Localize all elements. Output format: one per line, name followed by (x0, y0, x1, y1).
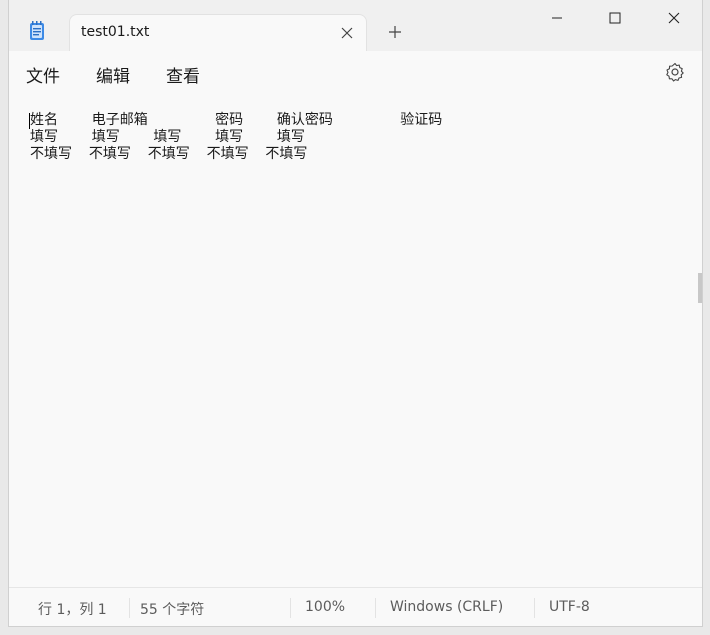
editor-line: 姓名 电子邮箱 密码 确认密码 验证码 (30, 112, 443, 128)
editor-line: 填写 填写 填写 填写 填写 (30, 129, 305, 145)
notepad-icon (29, 20, 45, 42)
scrollbar-thumb[interactable] (698, 273, 702, 303)
divider (534, 598, 535, 618)
zoom-level[interactable]: 100% (305, 599, 345, 615)
plus-icon[interactable] (387, 24, 403, 40)
gear-icon[interactable] (665, 62, 685, 82)
close-icon[interactable] (340, 25, 354, 39)
menu-view[interactable]: 查看 (166, 62, 200, 87)
notepad-window: test01.txt 文件 编辑 查看 姓名 电子邮箱 密码 确认密码 验证码 … (8, 0, 703, 627)
char-count: 55 个字符 (140, 602, 205, 618)
encoding[interactable]: UTF-8 (549, 599, 590, 615)
close-icon[interactable] (666, 10, 682, 26)
editor-line: 不填写 不填写 不填写 不填写 不填写 (30, 146, 308, 162)
divider (290, 598, 291, 618)
cursor-position: 行 1，列 1 (38, 602, 107, 618)
menu-bar: 文件 编辑 查看 (9, 51, 702, 95)
divider (375, 598, 376, 618)
text-editor[interactable]: 姓名 电子邮箱 密码 确认密码 验证码 填写 填写 填写 填写 填写 不填写 不填写… (9, 95, 702, 587)
minimize-icon[interactable] (549, 10, 565, 26)
text-caret (29, 113, 30, 129)
status-bar: 行 1，列 1 55 个字符 100% Windows (CRLF) UTF-8 (9, 587, 702, 627)
tab-test01[interactable]: test01.txt (69, 14, 367, 51)
menu-edit[interactable]: 编辑 (96, 62, 130, 87)
menu-file[interactable]: 文件 (26, 62, 60, 87)
tab-title: test01.txt (81, 24, 150, 40)
maximize-icon[interactable] (607, 10, 623, 26)
line-ending[interactable]: Windows (CRLF) (390, 599, 503, 615)
divider (129, 598, 130, 618)
editor-text[interactable]: 姓名 电子邮箱 密码 确认密码 验证码 填写 填写 填写 填写 填写 不填写 不填写… (30, 112, 442, 163)
title-bar[interactable]: test01.txt (9, 0, 702, 51)
